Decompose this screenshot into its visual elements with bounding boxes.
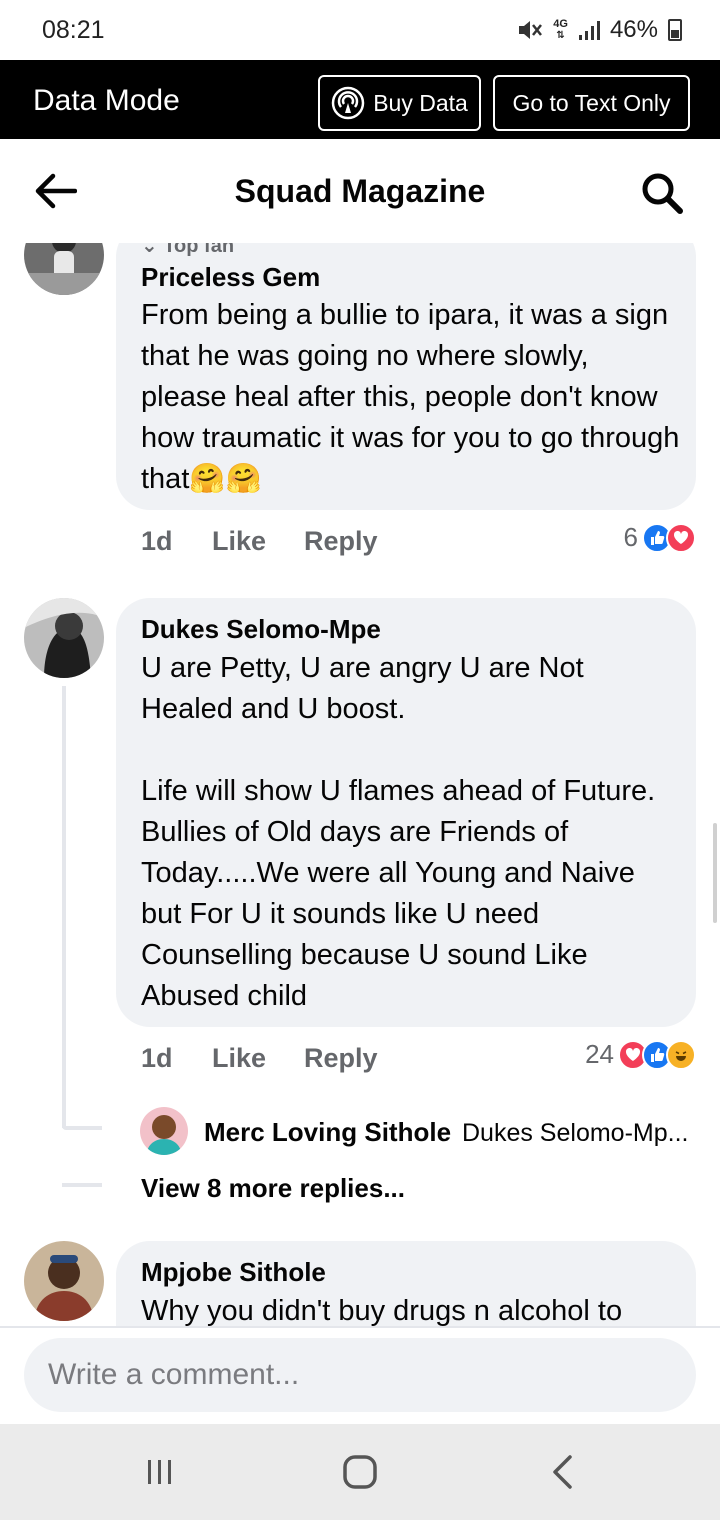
reply-snippet: Dukes Selomo-Mp... bbox=[462, 1119, 689, 1147]
top-fan-badge: ⌄ Top fan bbox=[141, 243, 234, 258]
badge-icon: ⌄ bbox=[141, 243, 164, 257]
comments-list[interactable]: ⌄ Top fan Priceless Gem From being a bul… bbox=[0, 243, 720, 1326]
reply-preview[interactable]: Merc Loving Sithole Dukes Selomo-Mp... bbox=[140, 1107, 700, 1157]
search-icon bbox=[642, 173, 683, 214]
comment-author[interactable]: Mpjobe Sithole bbox=[141, 1257, 326, 1288]
comment-time: 1d bbox=[141, 526, 173, 556]
like-button[interactable]: Like bbox=[212, 526, 266, 557]
love-reaction-icon bbox=[666, 522, 696, 553]
view-more-replies[interactable]: View 8 more replies... bbox=[141, 1173, 405, 1204]
thread-line bbox=[62, 686, 66, 1128]
comment-author[interactable]: Dukes Selomo-Mpe bbox=[141, 614, 381, 645]
reply-button[interactable]: Reply bbox=[304, 526, 378, 557]
status-icons: 4G ⇅ 46% bbox=[517, 16, 682, 44]
reply-button[interactable]: Reply bbox=[304, 1043, 378, 1074]
status-time: 08:21 bbox=[42, 16, 105, 44]
page-header: Squad Magazine bbox=[0, 139, 720, 243]
thread-connector bbox=[62, 1183, 102, 1187]
reactions-summary[interactable]: 6 bbox=[624, 522, 696, 553]
reaction-count: 24 bbox=[585, 1039, 614, 1069]
network-type-label: 4G bbox=[553, 18, 568, 30]
haha-reaction-icon bbox=[666, 1039, 696, 1070]
text-only-button[interactable]: Go to Text Only bbox=[493, 75, 690, 131]
broadcast-icon bbox=[331, 86, 365, 120]
network-type-icon: 4G ⇅ bbox=[553, 18, 568, 42]
recent-apps-button[interactable] bbox=[130, 1446, 190, 1498]
battery-icon bbox=[668, 19, 682, 41]
comment-text: U are Petty, U are angry U are Not Heale… bbox=[141, 652, 656, 1012]
scrollbar[interactable] bbox=[713, 823, 717, 923]
mute-icon bbox=[517, 18, 543, 42]
reaction-count: 6 bbox=[623, 522, 638, 552]
comment-time: 1d bbox=[141, 1043, 173, 1073]
signal-icon bbox=[578, 19, 600, 41]
search-button[interactable] bbox=[636, 167, 688, 219]
page-title: Squad Magazine bbox=[234, 173, 486, 209]
top-fan-label: Top fan bbox=[163, 243, 235, 257]
thread-connector bbox=[62, 1126, 102, 1130]
avatar[interactable] bbox=[24, 243, 104, 295]
comment-text: From being a bullie to ipara, it was a s… bbox=[141, 299, 680, 495]
nav-back-button[interactable] bbox=[532, 1446, 592, 1498]
back-icon bbox=[553, 1455, 572, 1489]
battery-percent: 46% bbox=[609, 16, 658, 43]
comment-text: Why you didn't buy drugs n alcohol to bbox=[141, 1295, 623, 1326]
reply-author[interactable]: Merc Loving Sithole bbox=[204, 1117, 451, 1148]
text-only-label: Go to Text Only bbox=[512, 89, 671, 116]
like-button[interactable]: Like bbox=[212, 1043, 266, 1074]
avatar[interactable] bbox=[24, 598, 104, 678]
data-mode-title: Data Mode bbox=[33, 84, 180, 117]
system-nav-bar bbox=[0, 1424, 720, 1520]
reactions-summary[interactable]: 24 bbox=[585, 1039, 696, 1070]
comment-composer bbox=[0, 1326, 720, 1424]
home-button[interactable] bbox=[330, 1446, 390, 1498]
avatar[interactable] bbox=[24, 1241, 104, 1321]
buy-data-label: Buy Data bbox=[373, 89, 468, 116]
comment-input[interactable] bbox=[24, 1338, 696, 1412]
status-bar: 08:21 4G ⇅ 46% bbox=[0, 0, 720, 60]
data-mode-bar: Data Mode Buy Data Go to Text Only bbox=[0, 60, 720, 139]
buy-data-button[interactable]: Buy Data bbox=[318, 75, 481, 131]
comment-author[interactable]: Priceless Gem bbox=[141, 262, 320, 293]
home-icon bbox=[343, 1455, 377, 1489]
reply-avatar[interactable] bbox=[140, 1107, 188, 1155]
recent-apps-icon bbox=[148, 1460, 171, 1484]
